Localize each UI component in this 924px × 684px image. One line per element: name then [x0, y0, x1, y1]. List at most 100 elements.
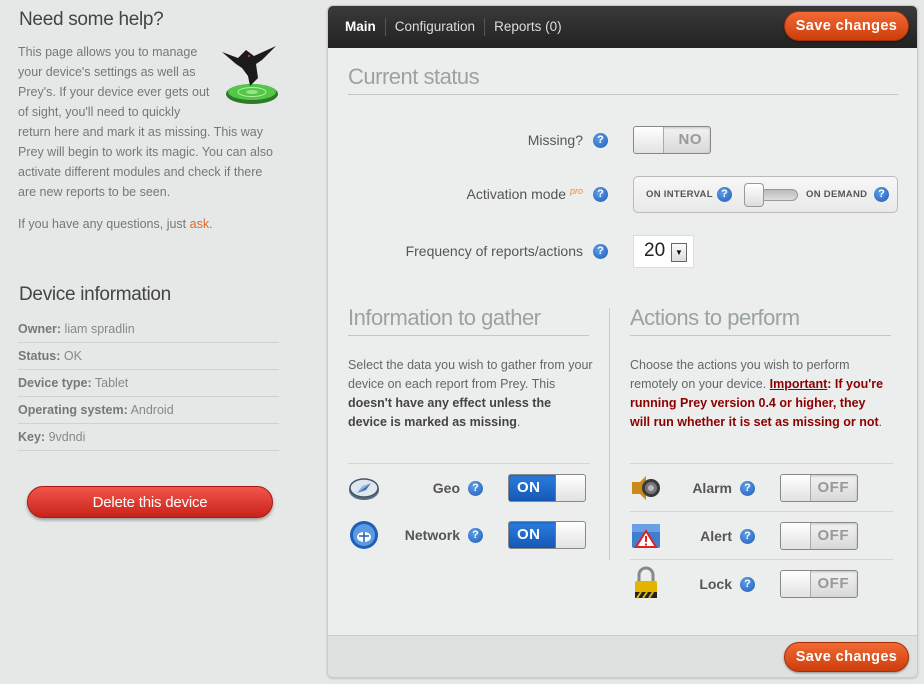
module-name-lock: Lock	[699, 576, 732, 592]
sidebar: Need some help? This page allows you to …	[0, 0, 300, 684]
module-row-network: Network ? ON	[348, 511, 590, 559]
network-help-icon[interactable]: ?	[468, 528, 483, 543]
chevron-down-icon: ▼	[671, 243, 687, 262]
ask-link[interactable]: ask	[190, 217, 209, 231]
activation-mode-label: Activation mode pro	[388, 186, 583, 202]
alert-toggle[interactable]: OFF	[780, 522, 858, 550]
tab-main[interactable]: Main	[336, 18, 385, 36]
toggle-knob	[781, 475, 811, 501]
module-row-alert: Alert ? OFF	[630, 511, 893, 559]
missing-help-icon[interactable]: ?	[593, 133, 608, 148]
module-row-geo: Geo ? ON	[348, 463, 590, 511]
device-owner-label: Owner:	[18, 322, 62, 336]
activation-mode-slider[interactable]: ON INTERVAL ? ON DEMAND ?	[633, 176, 898, 213]
frequency-help-icon[interactable]: ?	[593, 244, 608, 259]
module-name-geo: Geo	[432, 480, 460, 496]
device-key-value: 9vdndi	[48, 430, 86, 444]
gather-description: Select the data you wish to gather from …	[348, 356, 593, 432]
device-owner-value: liam spradlin	[64, 322, 135, 336]
alarm-toggle[interactable]: OFF	[780, 474, 858, 502]
toggle-knob	[555, 475, 585, 501]
help-text-block: This page allows you to manage your devi…	[18, 42, 280, 202]
tab-configuration[interactable]: Configuration	[384, 18, 484, 36]
module-name-alert: Alert	[700, 528, 732, 544]
gather-text-c: .	[516, 415, 521, 429]
frequency-select[interactable]: 20 ▼	[633, 235, 694, 268]
device-owner: Owner: liam spradlin	[18, 316, 279, 343]
alert-toggle-value: OFF	[817, 527, 849, 544]
gather-text-b: doesn't have any effect unless the devic…	[348, 396, 552, 429]
save-changes-button-bottom[interactable]: Save changes	[784, 642, 909, 672]
gather-text-a: Select the data you wish to gather from …	[348, 358, 593, 391]
toggle-knob	[555, 522, 585, 548]
on-interval-help-icon[interactable]: ?	[717, 187, 732, 202]
lock-toggle-value: OFF	[817, 575, 849, 592]
module-row-lock: Lock ? OFF	[630, 559, 893, 607]
alert-sign-icon	[630, 520, 662, 552]
speaker-icon	[630, 472, 662, 504]
device-key: Key: 9vdndi	[18, 424, 279, 451]
delete-device-button[interactable]: Delete this device	[27, 486, 273, 518]
ask-prefix: If you have any questions, just	[18, 217, 190, 231]
tab-bar: Main Configuration Reports (0)	[336, 6, 571, 48]
network-globe-icon	[348, 519, 380, 551]
current-status-title: Current status	[348, 64, 898, 95]
device-status-value: OK	[63, 349, 82, 363]
module-name-network: Network	[404, 527, 460, 543]
actions-description: Choose the actions you wish to perform r…	[630, 356, 885, 432]
ask-suffix: .	[209, 217, 213, 231]
missing-label: Missing?	[527, 132, 583, 148]
alarm-toggle-value: OFF	[817, 479, 849, 496]
on-demand-label: ON DEMAND	[806, 189, 868, 200]
bottom-toolbar: Save changes	[328, 635, 917, 677]
geo-toggle-value: ON	[517, 479, 541, 496]
save-changes-button-top[interactable]: Save changes	[784, 11, 909, 41]
tab-reports[interactable]: Reports (0)	[484, 18, 571, 36]
alert-help-icon[interactable]: ?	[740, 529, 755, 544]
geo-toggle[interactable]: ON	[508, 474, 586, 502]
alarm-help-icon[interactable]: ?	[740, 481, 755, 496]
top-toolbar: Main Configuration Reports (0) Save chan…	[328, 6, 917, 48]
slider-handle[interactable]	[744, 183, 764, 207]
device-type-value: Tablet	[94, 376, 129, 390]
network-toggle[interactable]: ON	[508, 521, 586, 549]
prey-crow-logo-icon	[218, 42, 280, 108]
important-label: Important	[769, 377, 828, 391]
toggle-knob	[634, 127, 664, 153]
help-ask-line: If you have any questions, just ask.	[18, 217, 213, 231]
device-os-value: Android	[130, 403, 174, 417]
module-name-alarm: Alarm	[692, 480, 732, 496]
compass-icon	[348, 473, 380, 505]
module-row-alarm: Alarm ? OFF	[630, 463, 893, 511]
lock-toggle[interactable]: OFF	[780, 570, 858, 598]
device-status: Status: OK	[18, 343, 279, 370]
information-to-gather-title: Information to gather	[348, 305, 589, 336]
network-toggle-value: ON	[517, 526, 541, 543]
geo-help-icon[interactable]: ?	[468, 481, 483, 496]
device-type: Device type: Tablet	[18, 370, 279, 397]
toggle-knob	[781, 523, 811, 549]
actions-to-perform-title: Actions to perform	[630, 305, 891, 336]
column-divider	[609, 308, 610, 560]
device-type-label: Device type:	[18, 376, 92, 390]
settings-panel: Main Configuration Reports (0) Save chan…	[327, 5, 918, 678]
toggle-knob	[781, 571, 811, 597]
on-interval-label: ON INTERVAL	[646, 189, 713, 200]
activation-help-icon[interactable]: ?	[593, 187, 608, 202]
lock-help-icon[interactable]: ?	[740, 577, 755, 592]
padlock-icon	[630, 566, 662, 599]
on-demand-help-icon[interactable]: ?	[874, 187, 889, 202]
device-key-label: Key:	[18, 430, 46, 444]
device-status-label: Status:	[18, 349, 61, 363]
missing-toggle-value: NO	[678, 131, 702, 148]
missing-toggle[interactable]: NO	[633, 126, 711, 154]
frequency-label: Frequency of reports/actions	[405, 243, 583, 259]
frequency-value: 20	[644, 240, 666, 261]
device-os-label: Operating system:	[18, 403, 128, 417]
device-os: Operating system: Android	[18, 397, 279, 424]
pro-badge: pro	[569, 186, 583, 196]
help-title: Need some help?	[19, 9, 164, 30]
device-info-list: Owner: liam spradlin Status: OK Device t…	[18, 316, 279, 451]
device-info-title: Device information	[19, 284, 171, 305]
actions-text-c: .	[878, 415, 883, 429]
